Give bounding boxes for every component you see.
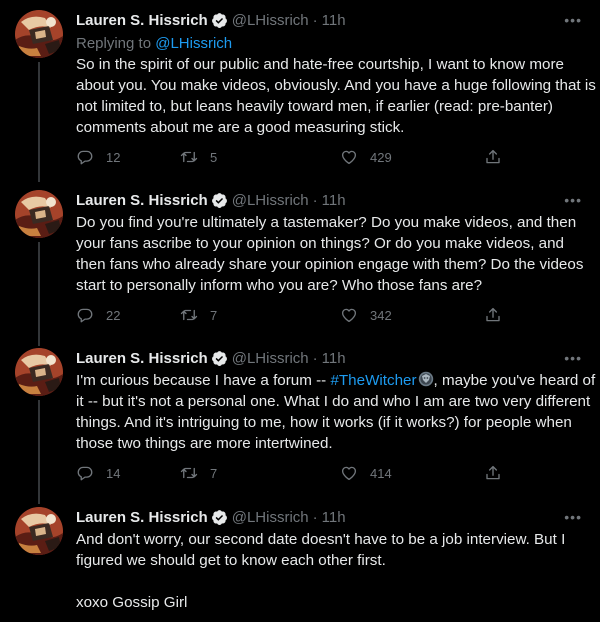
avatar[interactable] bbox=[15, 10, 63, 58]
share-button[interactable] bbox=[484, 148, 514, 166]
reply-button[interactable]: 12 bbox=[76, 148, 120, 166]
timestamp[interactable]: 11h bbox=[322, 509, 346, 526]
reply-count: 22 bbox=[106, 307, 121, 323]
replying-to-prefix: Replying to bbox=[76, 35, 156, 52]
retweet-icon bbox=[180, 464, 198, 482]
replying-to-link[interactable]: @LHissrich bbox=[155, 35, 232, 52]
tweet-2[interactable]: Lauren S. Hissrich @LHissrich · 11h ••• … bbox=[0, 190, 600, 346]
share-button[interactable] bbox=[484, 306, 514, 324]
tweet-text: Do you find you're ultimately a tastemak… bbox=[76, 214, 588, 294]
tweet-3[interactable]: Lauren S. Hissrich @LHissrich · 11h ••• … bbox=[0, 348, 600, 504]
like-button[interactable]: 414 bbox=[340, 464, 392, 482]
separator-dot: · bbox=[312, 349, 318, 367]
like-count: 342 bbox=[370, 307, 392, 323]
author-name[interactable]: Lauren S. Hissrich bbox=[76, 350, 208, 367]
heart-icon bbox=[340, 306, 358, 324]
tweet-header: Lauren S. Hissrich @LHissrich · 11h bbox=[76, 190, 346, 210]
avatar[interactable] bbox=[15, 348, 63, 396]
retweet-count: 7 bbox=[210, 465, 218, 481]
verified-badge-icon bbox=[211, 12, 228, 29]
tweet-text-start: I'm curious because I have a forum -- bbox=[76, 372, 331, 389]
tweet-signoff: xoxo Gossip Girl bbox=[76, 594, 188, 611]
share-button[interactable] bbox=[484, 464, 514, 482]
thread-line bbox=[38, 242, 40, 346]
timestamp[interactable]: 11h bbox=[322, 192, 346, 209]
reply-button[interactable]: 22 bbox=[76, 306, 120, 324]
reply-icon bbox=[76, 464, 94, 482]
more-options-icon[interactable]: ••• bbox=[564, 350, 582, 366]
reply-count: 12 bbox=[106, 149, 121, 165]
tweet-header: Lauren S. Hissrich @LHissrich · 11h bbox=[76, 348, 346, 368]
verified-badge-icon bbox=[211, 192, 228, 209]
tweet-header: Lauren S. Hissrich @LHissrich · 11h bbox=[76, 10, 346, 30]
tweet-1[interactable]: Lauren S. Hissrich @LHissrich · 11h ••• … bbox=[0, 10, 600, 182]
like-count: 429 bbox=[370, 149, 392, 165]
retweet-count: 7 bbox=[210, 307, 218, 323]
retweet-button[interactable]: 7 bbox=[180, 306, 217, 324]
timestamp[interactable]: 11h bbox=[322, 350, 346, 367]
avatar[interactable] bbox=[15, 190, 63, 238]
retweet-icon bbox=[180, 148, 198, 166]
like-button[interactable]: 342 bbox=[340, 306, 392, 324]
thread-line bbox=[38, 62, 40, 182]
avatar-image bbox=[15, 190, 63, 238]
like-count: 414 bbox=[370, 465, 392, 481]
verified-badge-icon bbox=[211, 509, 228, 526]
share-icon bbox=[484, 306, 502, 324]
tweet-thread: Lauren S. Hissrich @LHissrich · 11h ••• … bbox=[0, 0, 600, 622]
reply-count: 14 bbox=[106, 465, 121, 481]
author-handle[interactable]: @LHissrich bbox=[232, 192, 309, 209]
avatar-image bbox=[15, 10, 63, 58]
share-icon bbox=[484, 148, 502, 166]
tweet-text: So in the spirit of our public and hate-… bbox=[76, 56, 600, 136]
retweet-button[interactable]: 7 bbox=[180, 464, 217, 482]
author-name[interactable]: Lauren S. Hissrich bbox=[76, 509, 208, 526]
author-handle[interactable]: @LHissrich bbox=[232, 12, 309, 29]
more-options-icon[interactable]: ••• bbox=[564, 192, 582, 208]
replying-to: Replying to @LHissrich bbox=[76, 35, 232, 52]
retweet-count: 5 bbox=[210, 149, 218, 165]
tweet-4[interactable]: Lauren S. Hissrich @LHissrich · 11h ••• … bbox=[0, 507, 600, 622]
more-options-icon[interactable]: ••• bbox=[564, 509, 582, 525]
tweet-actions: 14 7 414 bbox=[76, 464, 506, 484]
hashtag-link[interactable]: #TheWitcher bbox=[330, 372, 416, 389]
like-button[interactable]: 429 bbox=[340, 148, 392, 166]
more-options-icon[interactable]: ••• bbox=[564, 12, 582, 28]
author-handle[interactable]: @LHissrich bbox=[232, 350, 309, 367]
timestamp[interactable]: 11h bbox=[322, 12, 346, 29]
retweet-icon bbox=[180, 306, 198, 324]
reply-button[interactable]: 14 bbox=[76, 464, 120, 482]
share-icon bbox=[484, 464, 502, 482]
heart-icon bbox=[340, 148, 358, 166]
tweet-actions: 12 5 429 bbox=[76, 148, 506, 168]
tweet-text: I'm curious because I have a forum -- #T… bbox=[76, 370, 596, 454]
tweet-actions: 22 7 342 bbox=[76, 306, 506, 326]
author-name[interactable]: Lauren S. Hissrich bbox=[76, 12, 208, 29]
verified-badge-icon bbox=[211, 350, 228, 367]
thread-line bbox=[38, 400, 40, 504]
avatar[interactable] bbox=[15, 507, 63, 555]
tweet-text: And don't worry, our second date doesn't… bbox=[76, 531, 570, 569]
author-name[interactable]: Lauren S. Hissrich bbox=[76, 192, 208, 209]
reply-icon bbox=[76, 148, 94, 166]
reply-icon bbox=[76, 306, 94, 324]
avatar-image bbox=[15, 348, 63, 396]
witcher-medallion-emoji-icon bbox=[418, 371, 434, 387]
avatar-image bbox=[15, 507, 63, 555]
heart-icon bbox=[340, 464, 358, 482]
separator-dot: · bbox=[312, 191, 318, 209]
retweet-button[interactable]: 5 bbox=[180, 148, 217, 166]
separator-dot: · bbox=[312, 508, 318, 526]
author-handle[interactable]: @LHissrich bbox=[232, 509, 309, 526]
tweet-header: Lauren S. Hissrich @LHissrich · 11h bbox=[76, 507, 346, 527]
separator-dot: · bbox=[312, 11, 318, 29]
